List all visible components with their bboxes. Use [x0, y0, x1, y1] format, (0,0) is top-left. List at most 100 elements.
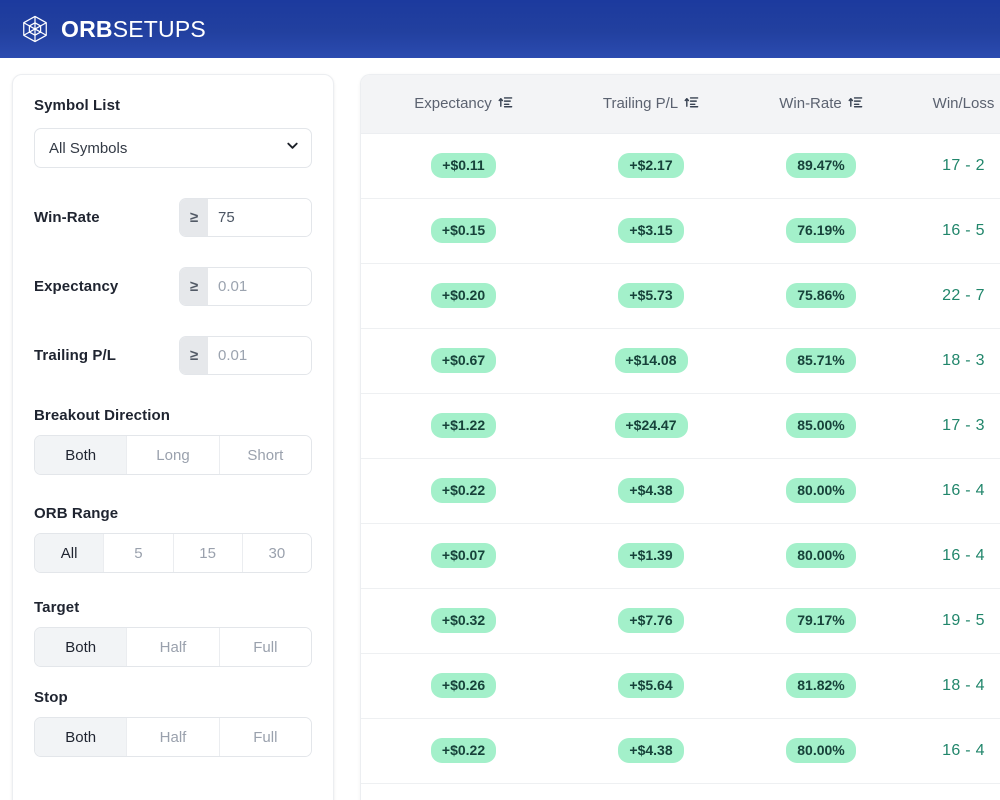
win-loss-value: 16 - 4	[942, 546, 985, 564]
win-rate-operator[interactable]: ≥	[180, 199, 208, 236]
expectancy-input[interactable]	[208, 268, 311, 305]
symbol-list-select-wrapper: All Symbols	[34, 128, 312, 168]
win-rate-cell: 75.86%	[736, 263, 906, 329]
win-rate-cell: 79.17%	[736, 588, 906, 654]
trailing-pl-badge: +$3.15	[618, 218, 684, 243]
table-row[interactable]: +$0.15 +$3.15 76.19% 16 - 5	[361, 198, 1000, 264]
expectancy-cell: +$0.07	[361, 523, 566, 589]
trailing-pl-badge: +$4.38	[618, 478, 684, 503]
table-row[interactable]: +$0.32 +$7.76 79.17% 19 - 5	[361, 588, 1000, 654]
win-rate-badge: 75.86%	[786, 283, 856, 308]
win-rate-badge: 89.47%	[786, 153, 856, 178]
stop-option-full[interactable]: Full	[218, 718, 311, 756]
win-rate-input[interactable]	[208, 199, 311, 236]
table-row[interactable]: +$0.22+$4.3880.00%16 - 4	[361, 458, 1000, 524]
table-header-row: Expectancy Trailing P/L Win-Rate Win/Los…	[361, 75, 1000, 134]
column-header-trailing-pl[interactable]: Trailing P/L	[566, 75, 736, 134]
win-loss-value: 22 - 7	[942, 286, 985, 304]
symbol-list-select[interactable]: All Symbols	[34, 128, 312, 168]
stop-option-both[interactable]: Both	[35, 718, 127, 756]
trailing-pl-operator[interactable]: ≥	[180, 337, 208, 374]
win-rate-cell: 80.00%	[736, 458, 906, 524]
orb-range-option-all[interactable]: All	[35, 534, 104, 572]
win-rate-badge: 85.71%	[786, 348, 856, 373]
orb-range-label: ORB Range	[34, 505, 119, 522]
table-row[interactable]: +$0.07 +$1.39 80.00% 16 - 4	[361, 523, 1000, 589]
expectancy-cell: +$0.11	[361, 133, 566, 199]
breakout-direction-option-both[interactable]: Both	[35, 436, 127, 474]
expectancy-badge: +$0.26	[430, 673, 497, 698]
table-row[interactable]: +$0.11 +$2.17 89.47% 17 - 2	[361, 133, 1000, 199]
win-rate-badge: 81.82%	[786, 673, 856, 698]
setups-table-panel: Expectancy Trailing P/L Win-Rate Win/Los…	[360, 74, 1000, 800]
win-rate-cell: 89.47%	[736, 133, 906, 199]
win-loss-cell: 16 - 4	[906, 718, 1000, 784]
table-row[interactable]: +$0.67 +$14.08 85.71% 18 - 3	[361, 328, 1000, 394]
column-header-expectancy-label: Expectancy	[414, 95, 492, 113]
column-header-expectancy[interactable]: Expectancy	[361, 75, 566, 134]
trailing-pl-badge: +$2.17	[618, 153, 684, 178]
expectancy-badge: +$0.22	[430, 738, 497, 763]
setups-table-body: +$0.11 +$2.17 89.47% 17 - 2 +$0.15 +$3.15 76.1…	[361, 133, 1000, 800]
expectancy-cell: +$0.22	[361, 458, 566, 524]
win-rate-filter-label: Win-Rate	[34, 209, 100, 226]
breakout-direction-option-short[interactable]: Short	[218, 436, 311, 474]
app-header: ORBSETUPS	[0, 0, 1000, 58]
table-row[interactable]: +$0.26 +$5.64 81.82% 18 - 4	[361, 653, 1000, 719]
win-loss-cell: 22 - 7	[906, 263, 1000, 329]
brand: ORBSETUPS	[20, 14, 206, 44]
win-rate-cell: 80.00%	[736, 783, 906, 800]
trailing-pl-cell: +$5.73	[566, 263, 736, 329]
win-loss-cell: 19 - 5	[906, 588, 1000, 654]
target-label: Target	[34, 599, 80, 616]
win-rate-cell: 85.71%	[736, 328, 906, 394]
expectancy-badge: +$0.11	[431, 153, 496, 178]
breakout-direction-option-long[interactable]: Long	[126, 436, 219, 474]
target-option-half[interactable]: Half	[126, 628, 219, 666]
win-rate-cell: 85.00%	[736, 393, 906, 459]
expectancy-operator[interactable]: ≥	[180, 268, 208, 305]
stop-group: Both Half Full	[34, 717, 312, 757]
win-rate-badge: 80.00%	[786, 478, 856, 503]
orb-range-option-30[interactable]: 30	[241, 534, 311, 572]
orb-range-option-5[interactable]: 5	[103, 534, 173, 572]
table-row[interactable]: +$0.20 +$5.73 75.86% 22 - 7	[361, 263, 1000, 329]
trailing-pl-cell: +$2.17	[566, 133, 736, 199]
column-header-win-loss[interactable]: Win/Loss	[906, 75, 1000, 134]
table-row[interactable]: +$1.22 +$24.47 85.00% 17 - 3	[361, 393, 1000, 459]
trailing-pl-input[interactable]	[208, 337, 311, 374]
expectancy-filter-group: ≥	[179, 267, 312, 306]
orb-range-block: ORB Range All 5 15 30	[34, 505, 312, 573]
table-row[interactable]: +$0.22+$4.3880.00%16 - 4	[361, 718, 1000, 784]
trailing-pl-cell: +$4.38	[566, 718, 736, 784]
orb-range-option-15[interactable]: 15	[172, 534, 242, 572]
target-option-both[interactable]: Both	[35, 628, 127, 666]
column-header-win-loss-label: Win/Loss	[932, 95, 995, 113]
sort-ascending-icon	[498, 94, 513, 113]
trailing-pl-badge: +$7.76	[618, 608, 684, 633]
trailing-pl-badge: +$1.39	[618, 543, 684, 568]
expectancy-cell: +$0.22	[361, 783, 566, 800]
table-row[interactable]: +$0.22+$4.3880.00%16 - 4	[361, 783, 1000, 800]
orb-range-group: All 5 15 30	[34, 533, 312, 573]
sort-ascending-icon	[848, 94, 863, 113]
trailing-pl-cell: +$14.08	[566, 328, 736, 394]
expectancy-cell: +$0.26	[361, 653, 566, 719]
stop-label: Stop	[34, 689, 68, 706]
setups-table-head: Expectancy Trailing P/L Win-Rate Win/Los…	[361, 75, 1000, 134]
win-loss-value: 16 - 5	[942, 221, 985, 239]
target-option-full[interactable]: Full	[218, 628, 311, 666]
win-rate-cell: 81.82%	[736, 653, 906, 719]
target-group: Both Half Full	[34, 627, 312, 667]
app-title: ORBSETUPS	[61, 15, 206, 42]
win-loss-value: 17 - 2	[942, 156, 985, 174]
expectancy-badge: +$0.15	[430, 218, 497, 243]
trailing-pl-cell: +$5.64	[566, 653, 736, 719]
win-loss-value: 16 - 4	[942, 741, 985, 759]
column-header-win-rate-label: Win-Rate	[779, 95, 842, 113]
breakout-direction-group: Both Long Short	[34, 435, 312, 475]
column-header-win-rate[interactable]: Win-Rate	[736, 75, 906, 134]
stop-option-half[interactable]: Half	[126, 718, 219, 756]
expectancy-filter-label: Expectancy	[34, 278, 119, 295]
app-title-bold: ORB	[61, 15, 113, 42]
